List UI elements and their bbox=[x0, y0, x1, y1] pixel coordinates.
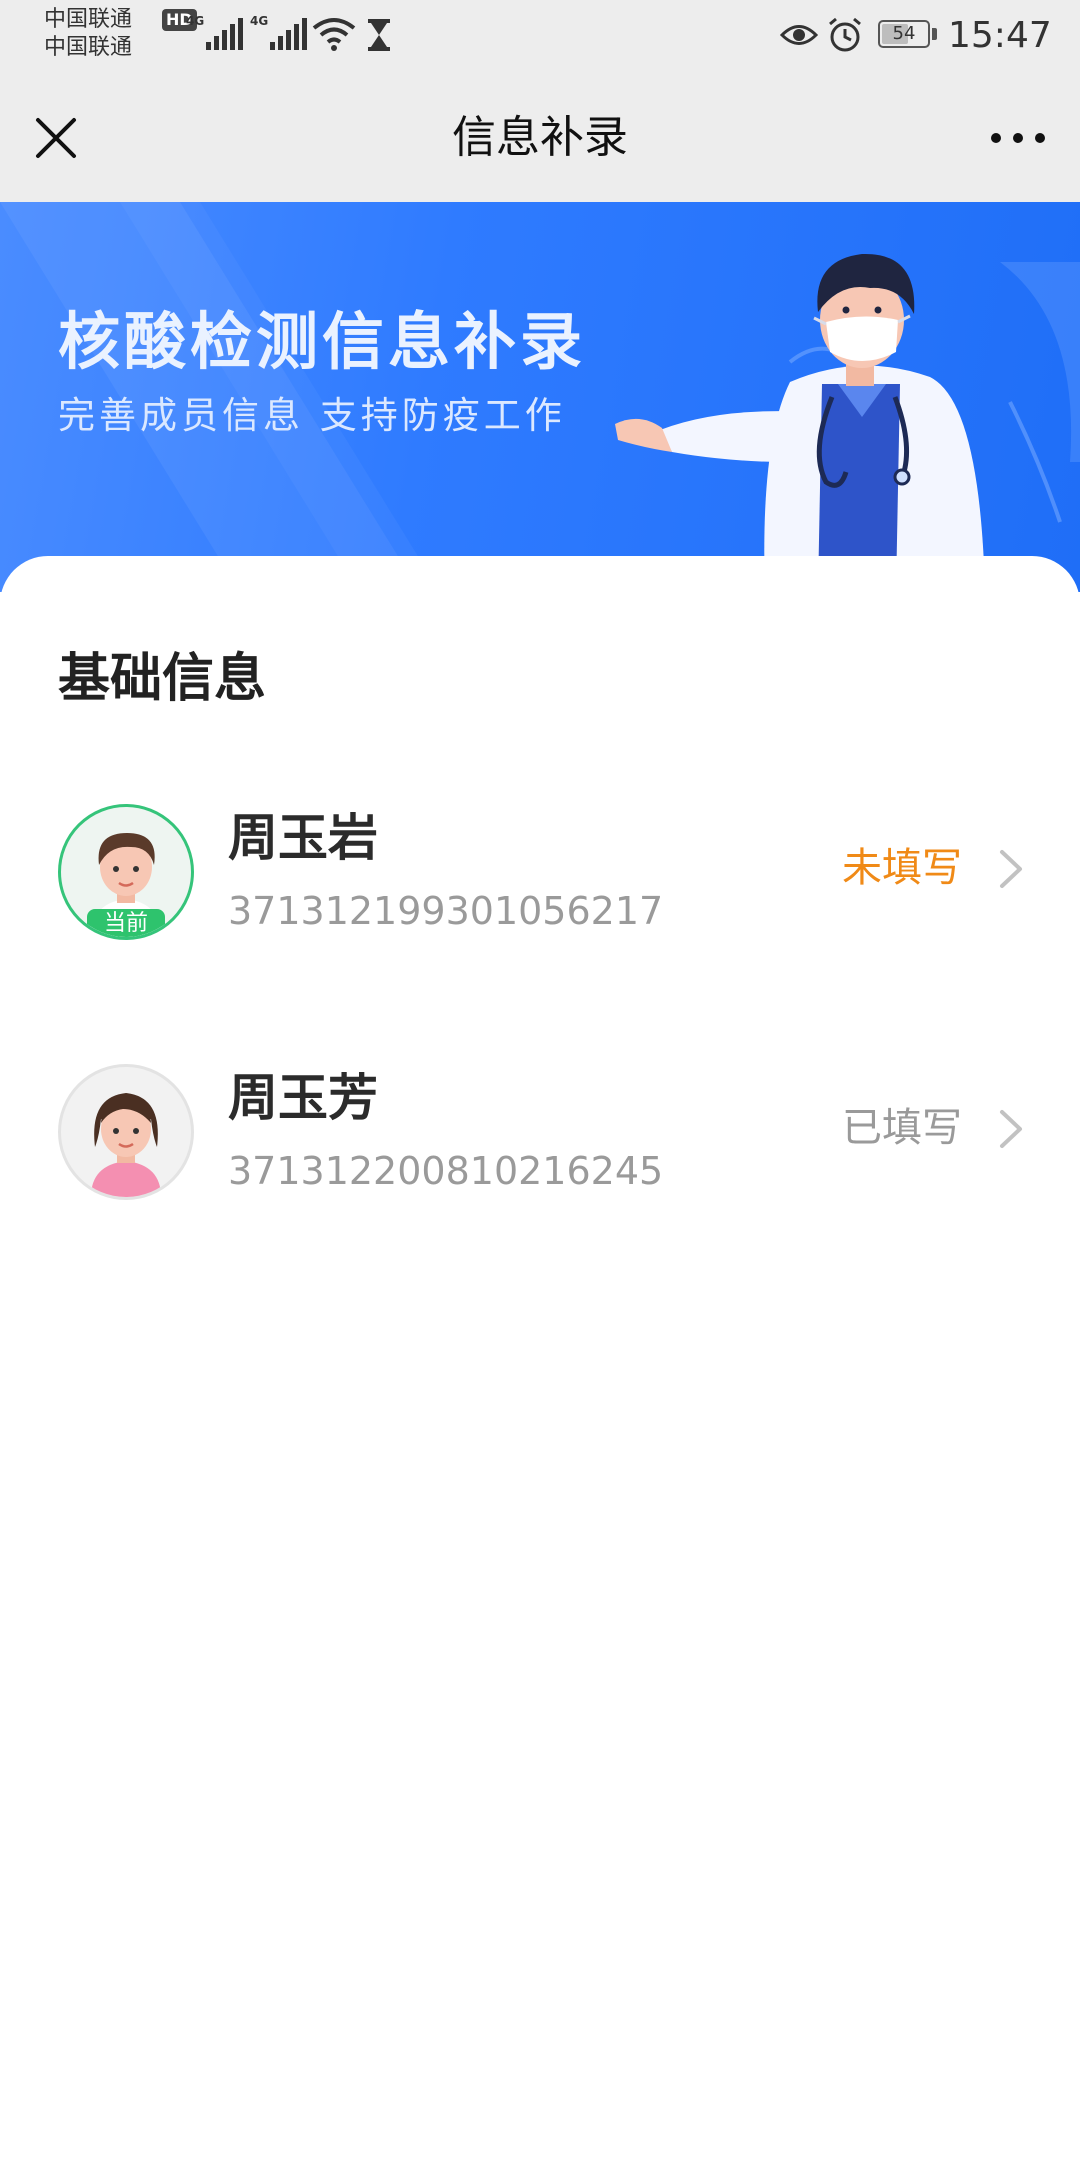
eye-comfort-icon bbox=[780, 25, 818, 45]
member-id-number: 371312199301056217 bbox=[228, 889, 664, 933]
chevron-right-icon bbox=[1000, 850, 1022, 888]
member-status: 未填写 bbox=[842, 845, 962, 891]
more-icon[interactable] bbox=[986, 118, 1050, 158]
member-row[interactable]: 周玉芳 371312200810216245 已填写 bbox=[0, 1064, 1080, 1224]
member-name: 周玉芳 bbox=[228, 1069, 378, 1127]
banner-subtitle: 完善成员信息 支持防疫工作 bbox=[58, 394, 566, 437]
member-row[interactable]: 当前 周玉岩 371312199301056217 未填写 bbox=[0, 804, 1080, 964]
carrier-2: 中国联通 bbox=[44, 35, 133, 60]
doctor-illustration bbox=[615, 253, 985, 592]
status-bar: 中国联通 中国联通 HD 4G 4G 54 15:47 bbox=[0, 0, 1080, 74]
female-avatar bbox=[58, 1064, 194, 1200]
wifi-icon bbox=[312, 18, 356, 51]
alarm-icon bbox=[829, 17, 861, 52]
current-tag: 当前 bbox=[87, 909, 165, 937]
chevron-right-icon bbox=[1000, 1110, 1022, 1148]
nav-bar: 信息补录 bbox=[0, 74, 1080, 202]
member-status: 已填写 bbox=[842, 1105, 962, 1151]
battery-icon: 54 bbox=[878, 20, 930, 48]
page-title: 信息补录 bbox=[452, 112, 628, 163]
carrier-1: 中国联通 bbox=[44, 7, 133, 32]
member-name: 周玉岩 bbox=[228, 809, 378, 867]
carrier-labels: 中国联通 中国联通 bbox=[44, 6, 132, 62]
member-id-number: 371312200810216245 bbox=[228, 1149, 664, 1193]
clock: 15:47 bbox=[948, 15, 1052, 56]
section-title: 基础信息 bbox=[58, 649, 267, 709]
male-avatar: 当前 bbox=[58, 804, 194, 940]
info-card: 基础信息 当前 周玉岩 371312199301056217 未填写 周玉芳 3… bbox=[0, 556, 1080, 2160]
hourglass-icon bbox=[368, 19, 390, 51]
banner-title: 核酸检测信息补录 bbox=[58, 305, 587, 378]
banner: 核酸检测信息补录 完善成员信息 支持防疫工作 bbox=[0, 202, 1080, 592]
